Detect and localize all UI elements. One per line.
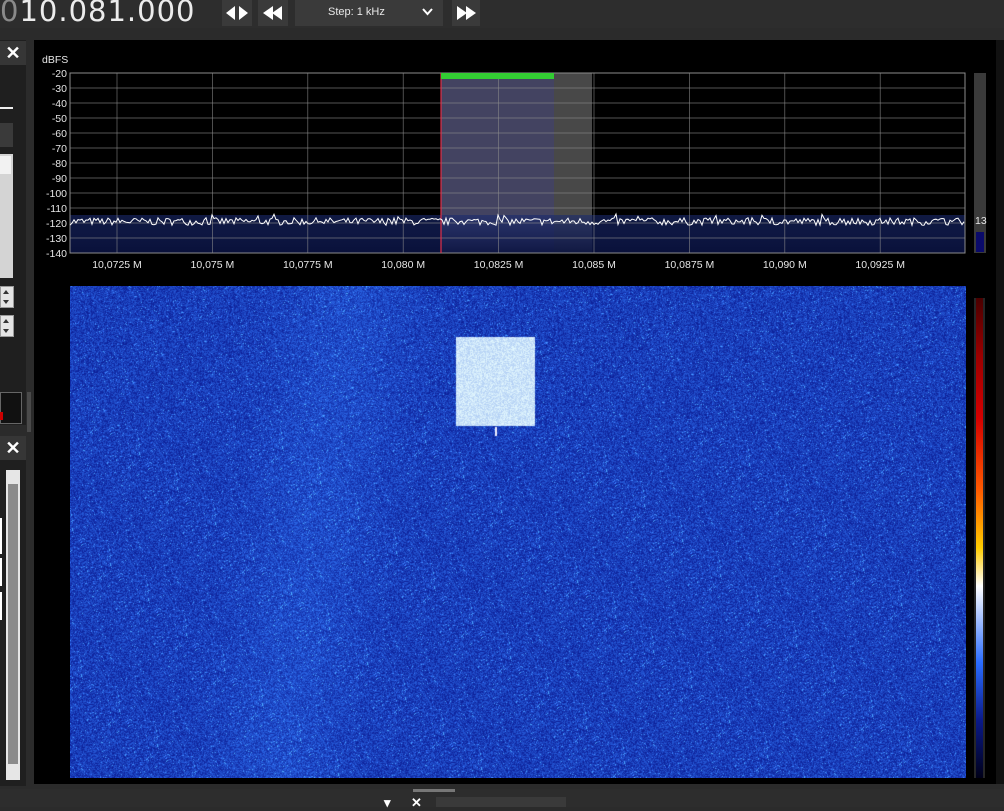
- frequency-value[interactable]: 10.081.000: [19, 0, 195, 28]
- panel-edge-1: [0, 518, 2, 554]
- y-tick-label: -80: [52, 158, 67, 170]
- spectrum-plot[interactable]: -20 -30 -40 -50 -60 -70 -80 -90 -100 -110 -120 -130…: [34, 40, 996, 286]
- y-tick-label: -120: [46, 218, 67, 230]
- bottom-dock: ▾ ✕: [0, 789, 1004, 810]
- level-meter-fill: [976, 232, 984, 252]
- step-label: Step: 1 kHz: [328, 6, 385, 18]
- x-tick-label: 10,0825 M: [474, 259, 524, 271]
- level-value: 13: [975, 215, 987, 227]
- toolbar: 010.081.000 Step: 1 kHz: [0, 0, 1004, 28]
- rewind-icon: [263, 6, 282, 20]
- sdr-display[interactable]: -20 -30 -40 -50 -60 -70 -80 -90 -100 -110 -120 -130…: [34, 40, 996, 784]
- x-tick-label: 10,090 M: [763, 259, 807, 271]
- x-tick-label: 10,080 M: [381, 259, 425, 271]
- y-tick-label: -20: [52, 68, 67, 80]
- close-dock-button[interactable]: ✕: [411, 795, 422, 811]
- left-panel-top: ✕: [0, 40, 26, 425]
- chevron-down-icon: [422, 8, 433, 16]
- y-tick-label: -90: [52, 173, 67, 185]
- panel-indicator-red: [0, 412, 3, 420]
- y-tick-label: -100: [46, 188, 67, 200]
- left-panel-bottom: ✕: [0, 436, 26, 786]
- panel-splitter[interactable]: [27, 392, 31, 432]
- y-tick-label: -140: [46, 248, 67, 260]
- right-scroll-edge: [996, 40, 1004, 784]
- step-select[interactable]: Step: 1 kHz: [295, 0, 443, 26]
- x-tick-label: 10,0725 M: [92, 259, 142, 271]
- x-tick-label: 10,0925 M: [855, 259, 905, 271]
- y-tick-label: -30: [52, 83, 67, 95]
- x-tick-label: 10,0775 M: [283, 259, 333, 271]
- spinbox-1[interactable]: [0, 286, 14, 308]
- panel-edge-3: [0, 592, 2, 620]
- panel-indicator: [0, 392, 22, 424]
- x-tick-label: 10,075 M: [191, 259, 235, 271]
- y-tick-label: -40: [52, 98, 67, 110]
- frequency-display[interactable]: 010.081.000: [0, 0, 196, 28]
- close-icon: ✕: [5, 43, 21, 63]
- filter-bar: [441, 73, 554, 79]
- x-tick-label: 10,085 M: [572, 259, 616, 271]
- waterfall-colorbar: [974, 298, 985, 778]
- frequency-leading-digit[interactable]: 0: [0, 0, 19, 28]
- panel-edge-2: [0, 558, 2, 586]
- panel-list-item[interactable]: [0, 156, 11, 174]
- y-tick-label: -110: [47, 203, 67, 215]
- panel-divider: [0, 107, 13, 109]
- dock-resize-handle[interactable]: [413, 789, 455, 792]
- collapse-button[interactable]: ▾: [384, 795, 391, 811]
- close-icon: ✕: [5, 438, 21, 458]
- y-tick-label: -50: [52, 113, 67, 125]
- swap-arrows-icon: [226, 6, 248, 20]
- unit-label: dBFS: [42, 54, 68, 66]
- close-panel-button-2[interactable]: ✕: [0, 436, 26, 460]
- step-back-button[interactable]: [258, 0, 288, 26]
- waterfall-display[interactable]: [70, 286, 966, 778]
- scrollbar-thumb[interactable]: [8, 484, 18, 764]
- panel-header: [0, 123, 13, 147]
- y-tick-label: -60: [52, 128, 67, 140]
- x-tick-label: 10,0875 M: [665, 259, 715, 271]
- y-tick-label: -70: [52, 143, 67, 155]
- step-forward-button[interactable]: [452, 0, 480, 26]
- close-panel-button[interactable]: ✕: [0, 41, 26, 65]
- spinbox-2[interactable]: [0, 315, 14, 337]
- fast-forward-icon: [457, 6, 476, 20]
- y-tick-label: -130: [46, 233, 67, 245]
- audio-spectrum-tab[interactable]: [436, 797, 566, 807]
- swap-direction-button[interactable]: [222, 0, 252, 26]
